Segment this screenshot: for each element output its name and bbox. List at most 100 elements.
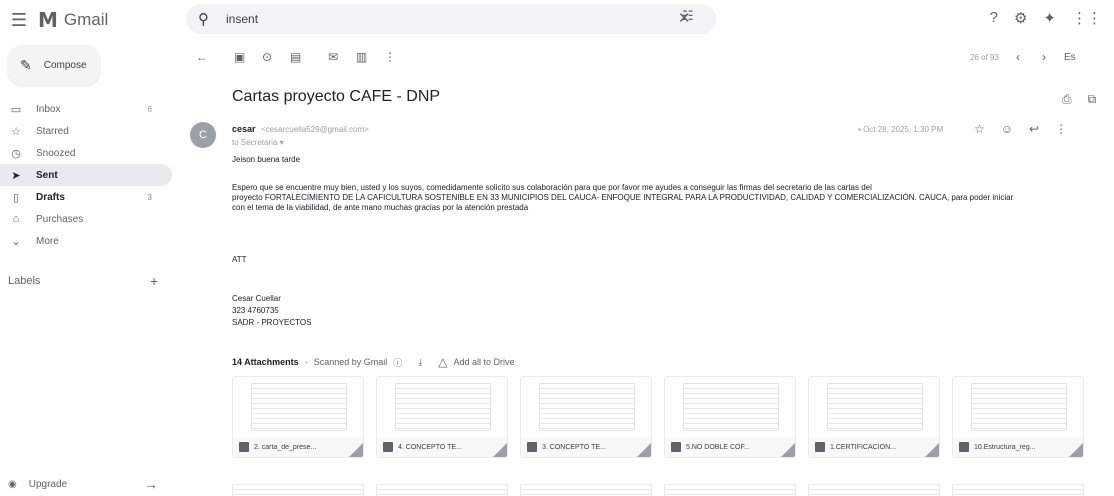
sidebar-item-sent[interactable]: ➤ Sent <box>0 164 172 186</box>
arrow-right-icon[interactable]: → <box>144 476 158 492</box>
more-options-icon[interactable]: ⋮ <box>384 50 396 64</box>
drive-icon[interactable]: △ <box>438 355 447 369</box>
caret-down-icon: ▾ <box>279 138 284 147</box>
page-fold <box>1069 443 1083 457</box>
sidebar-item-purchases[interactable]: ⌂ Purchases <box>0 208 172 230</box>
sidebar-nav: ▭ Inbox 6 ☆ Starred ◷ Snoozed ➤ Sent ▯ D… <box>0 98 172 252</box>
file-icon <box>815 442 825 452</box>
settings-icon[interactable]: ⚙ <box>1014 9 1027 27</box>
file-icon <box>239 442 249 452</box>
attachment-footer: 1.CERTIFICACION... <box>809 437 939 457</box>
add-label-icon[interactable]: + <box>150 273 158 289</box>
newer-chevron-icon[interactable]: › <box>1042 50 1046 64</box>
star-icon: ☆ <box>11 125 21 138</box>
attachment-card[interactable]: 2. carta_de_prese... <box>232 376 364 458</box>
sidebar-item-label: Inbox <box>36 103 61 115</box>
compose-label: Compose <box>43 59 87 71</box>
signature-phone: 323 4760735 <box>232 306 279 315</box>
attachment-card-partial[interactable] <box>952 484 1084 496</box>
sidebar-item-inbox[interactable]: ▭ Inbox 6 <box>0 98 172 120</box>
gemini-icon[interactable]: ✦ <box>1043 9 1056 27</box>
attachments-count: 14 Attachments <box>232 357 299 367</box>
separator-dot: · <box>304 357 308 367</box>
sidebar-item-snoozed[interactable]: ◷ Snoozed <box>0 142 172 164</box>
attachment-footer: 2. carta_de_prese... <box>233 437 363 457</box>
reply-icon[interactable]: ↩ <box>1029 122 1039 136</box>
new-window-icon[interactable]: ⧉ <box>1088 92 1097 107</box>
apps-icon[interactable]: ⋮⋮ <box>1072 9 1102 27</box>
sidebar-item-more[interactable]: ⌄ More <box>0 230 172 252</box>
gmail-logo[interactable]: M Gmail <box>38 8 108 32</box>
upgrade-label: Upgrade <box>28 479 68 490</box>
attachment-card-partial[interactable] <box>808 484 940 496</box>
report-spam-icon[interactable]: ⊙ <box>262 50 272 64</box>
draft-icon: ▯ <box>12 191 20 204</box>
attachment-thumbnail <box>539 383 635 431</box>
top-right-icons: ? ⚙ ✦ ⋮⋮ <box>990 9 1102 27</box>
attachment-card[interactable]: 1.CERTIFICACION... <box>808 376 940 458</box>
pencil-icon: ✎ <box>20 56 32 73</box>
more-vert-icon[interactable]: ⋮ <box>1055 122 1067 136</box>
back-arrow-icon[interactable]: ← <box>196 50 208 64</box>
main-menu-icon[interactable]: ☰ <box>8 9 30 31</box>
sidebar-item-label: Sent <box>36 169 58 181</box>
sender-line: cesar <cesarcuella529@gmail.com> <box>232 124 369 134</box>
recipient-line[interactable]: to Secretaria ▾ <box>232 138 284 147</box>
scanned-label: Scanned by Gmail <box>313 357 388 367</box>
attachment-card-partial[interactable] <box>520 484 652 496</box>
print-icon[interactable]: ⎙ <box>1062 92 1072 107</box>
sidebar-item-label: Starred <box>36 125 69 137</box>
download-all-icon[interactable]: ⤓ <box>418 357 422 368</box>
page-fold <box>637 443 651 457</box>
avatar[interactable]: C <box>190 122 216 148</box>
attachment-name: 3. CONCEPTO TÉ... <box>542 443 606 451</box>
attachment-card[interactable]: 5.NO DOBLE COF... <box>664 376 796 458</box>
move-to-icon[interactable]: ▥ <box>356 50 367 64</box>
attachment-footer: 5.NO DOBLE COF... <box>665 437 795 457</box>
mark-unread-icon[interactable]: ✉ <box>328 50 338 64</box>
att-text: ATT <box>232 255 247 264</box>
sidebar-item-label: Purchases <box>36 213 84 225</box>
attachment-card[interactable]: 3. CONCEPTO TÉ... <box>520 376 652 458</box>
language-selector[interactable]: Es <box>1064 52 1076 63</box>
search-icon[interactable]: ⚲ <box>198 10 209 28</box>
star-icon[interactable]: ☆ <box>974 122 985 136</box>
attachments-header: 14 Attachments · Scanned by Gmail ⓘ ⤓ △ … <box>232 355 515 369</box>
help-icon[interactable]: ? <box>990 9 998 27</box>
attachment-card-partial[interactable] <box>376 484 508 496</box>
attachment-card[interactable]: 10.Estructura_reg... <box>952 376 1084 458</box>
older-chevron-icon[interactable]: ‹ <box>1016 50 1020 64</box>
archive-icon[interactable]: ▣ <box>234 50 245 64</box>
sender-name[interactable]: cesar <box>232 124 256 134</box>
attachment-thumbnail <box>395 383 491 431</box>
search-input[interactable]: insent <box>226 12 258 26</box>
upgrade-icon: ◉ <box>8 479 17 490</box>
sidebar-item-count: 6 <box>147 104 152 114</box>
delete-icon[interactable]: ▤ <box>290 50 301 64</box>
greeting: Jeison buena tarde <box>232 155 301 164</box>
sidebar-item-drafts[interactable]: ▯ Drafts 3 <box>0 186 172 208</box>
info-icon[interactable]: ⓘ <box>393 356 402 369</box>
message-actions: ☆ ☺ ↩ ⋮ <box>974 122 1067 136</box>
pagination-text: 26 of 93 <box>970 53 999 62</box>
upgrade-button[interactable]: ◉ Upgrade <box>8 479 67 490</box>
attachment-footer: 10.Estructura_reg... <box>953 437 1083 457</box>
attachment-card-partial[interactable] <box>664 484 796 496</box>
compose-button[interactable]: ✎ Compose <box>8 45 100 85</box>
attachment-thumbnail <box>251 383 347 431</box>
add-to-drive-link[interactable]: Add all to Drive <box>453 357 514 367</box>
body-line: proyecto FORTALECIMIENTO DE LA CAFICULTU… <box>232 193 1014 202</box>
attachment-footer: 4. CONCEPTO TE... <box>377 437 507 457</box>
chevron-down-icon: ⌄ <box>11 235 21 248</box>
emoji-icon[interactable]: ☺ <box>1001 122 1013 136</box>
attachment-name: 10.Estructura_reg... <box>974 443 1036 451</box>
attachment-card-partial[interactable] <box>232 484 364 496</box>
attachment-thumbnail <box>827 383 923 431</box>
search-options-icon[interactable]: ☷ <box>682 8 694 24</box>
attachment-card[interactable]: 4. CONCEPTO TE... <box>376 376 508 458</box>
sidebar-item-starred[interactable]: ☆ Starred <box>0 120 172 142</box>
attachment-thumbnail <box>683 383 779 431</box>
search-bar[interactable]: ⚲ insent ✕ <box>186 4 716 34</box>
app-name: Gmail <box>63 10 109 29</box>
file-icon <box>383 442 393 452</box>
